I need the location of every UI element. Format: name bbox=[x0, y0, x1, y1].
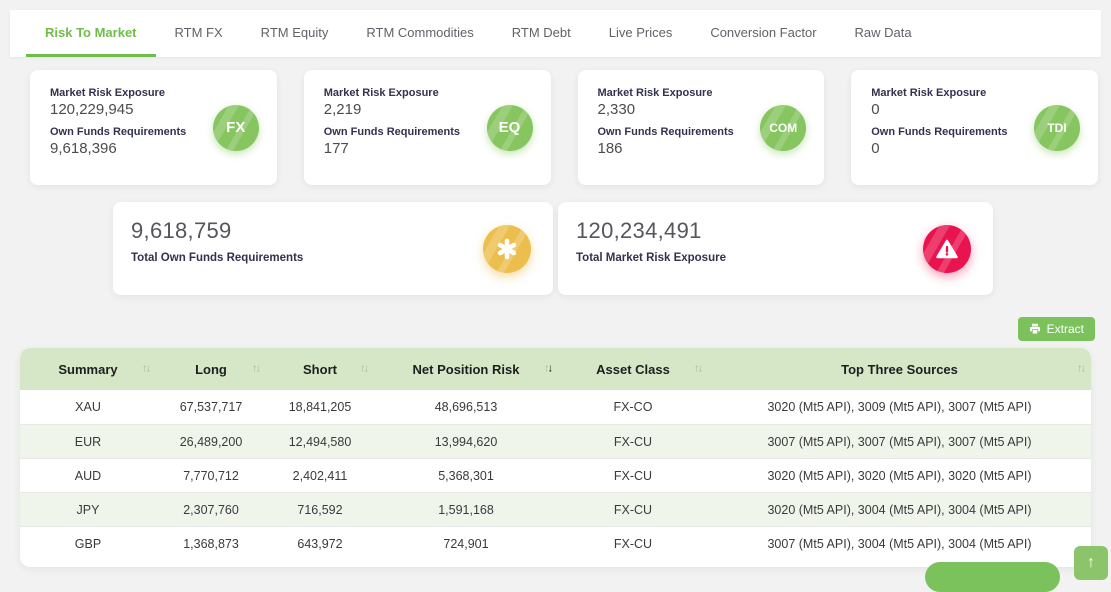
fx-badge-icon: FX bbox=[212, 104, 259, 151]
table-row-gbp: GBP 1,368,873 643,972 724,901 FX-CU 3007 (Mt5… bbox=[20, 526, 1091, 560]
column-header-long: Long ↑↓ bbox=[156, 348, 266, 390]
total-own-funds-value: 9,618,759 bbox=[131, 218, 232, 243]
sort-icon[interactable]: ↑↓ bbox=[544, 363, 553, 375]
market-risk-exposure-label: Market Risk Exposure bbox=[323, 87, 439, 99]
warning-icon bbox=[923, 224, 971, 273]
partial-bottom-button[interactable] bbox=[925, 562, 1060, 592]
column-header-net-position-risk: Net Position Risk ↑↓ bbox=[374, 348, 558, 390]
printer-icon bbox=[1029, 323, 1041, 335]
cell-asset-class: FX-CO bbox=[613, 400, 653, 414]
cell-short: 716,592 bbox=[297, 502, 343, 517]
cell-net-position-risk: 1,591,168 bbox=[438, 502, 494, 517]
tab-conversion-factor[interactable]: Conversion Factor bbox=[691, 10, 835, 57]
tab-bar: Risk To Market RTM FX RTM Equity RTM Commod… bbox=[10, 10, 1101, 57]
cell-top-three-sources: 3007 (Mt5 API), 3004 (Mt5 API), 3004 (Mt… bbox=[767, 536, 1032, 551]
cell-summary: GBP bbox=[74, 536, 102, 551]
exposure-card-eq: Market Risk Exposure 2,219 Own Funds Requi… bbox=[303, 70, 551, 185]
cell-net-position-risk: 724,901 bbox=[443, 536, 489, 551]
sort-icon[interactable]: ↑↓ bbox=[360, 363, 369, 375]
sort-icon[interactable]: ↑↓ bbox=[142, 363, 151, 375]
badge-text: COM bbox=[769, 120, 798, 135]
column-header-label: Top Three Sources bbox=[841, 361, 958, 377]
eq-badge-icon: EQ bbox=[486, 104, 533, 151]
cell-asset-class: FX-CU bbox=[613, 434, 653, 449]
cell-top-three-sources: 3020 (Mt5 API), 3020 (Mt5 API), 3020 (Mt… bbox=[767, 468, 1032, 483]
sort-icon[interactable]: ↑↓ bbox=[694, 363, 703, 375]
cell-asset-class: FX-CU bbox=[613, 468, 653, 483]
badge-text: EQ bbox=[498, 119, 521, 136]
total-market-risk-label: Total Market Risk Exposure bbox=[576, 252, 726, 264]
tab-risk-to-market[interactable]: Risk To Market bbox=[26, 10, 156, 57]
cell-asset-class: FX-CU bbox=[613, 502, 653, 517]
cell-asset-class: FX-CU bbox=[613, 536, 653, 551]
column-header-asset-class: Asset Class ↑↓ bbox=[558, 348, 708, 390]
column-header-label: Short bbox=[303, 361, 337, 377]
up-arrow-icon: ↑ bbox=[1087, 554, 1095, 571]
column-header-short: Short ↑↓ bbox=[266, 348, 374, 390]
table-body: XAU 67,537,717 18,841,205 48,696,513 FX-CO 30… bbox=[20, 390, 1091, 560]
cell-long: 1,368,873 bbox=[183, 536, 239, 551]
badge-text: TDI bbox=[1047, 120, 1067, 135]
column-header-top-three-sources: Top Three Sources ↑↓ bbox=[708, 348, 1091, 390]
tab-raw-data[interactable]: Raw Data bbox=[836, 10, 931, 57]
cell-short: 2,402,411 bbox=[292, 468, 348, 483]
cell-long: 26,489,200 bbox=[179, 434, 243, 449]
badge-text: FX bbox=[226, 119, 246, 136]
cell-long: 67,537,717 bbox=[179, 400, 243, 414]
market-risk-exposure-label: Market Risk Exposure bbox=[50, 87, 165, 99]
com-badge-icon: COM bbox=[760, 104, 807, 151]
cell-summary: JPY bbox=[76, 502, 100, 517]
cell-summary: EUR bbox=[74, 434, 102, 449]
column-header-summary: Summary ↑↓ bbox=[20, 348, 156, 390]
sort-icon[interactable]: ↑↓ bbox=[252, 363, 261, 375]
tab-rtm-debt[interactable]: RTM Debt bbox=[493, 10, 590, 57]
scroll-top-button[interactable]: ↑ bbox=[1074, 546, 1108, 580]
exposure-card-tdi: Market Risk Exposure 0 Own Funds Requireme… bbox=[851, 70, 1098, 185]
extract-button[interactable]: Extract bbox=[1017, 317, 1095, 341]
tab-rtm-fx[interactable]: RTM FX bbox=[156, 10, 242, 57]
total-own-funds-label: Total Own Funds Requirements bbox=[131, 252, 304, 264]
cell-short: 18,841,205 bbox=[288, 400, 352, 414]
cell-short: 643,972 bbox=[297, 536, 343, 551]
total-market-risk-value: 120,234,491 bbox=[576, 218, 702, 243]
cell-top-three-sources: 3020 (Mt5 API), 3004 (Mt5 API), 3004 (Mt… bbox=[767, 502, 1032, 517]
cell-net-position-risk: 48,696,513 bbox=[434, 400, 498, 414]
table-row-eur: EUR 26,489,200 12,494,580 13,994,620 FX-CU 30… bbox=[20, 424, 1091, 458]
table-row-jpy: JPY 2,307,760 716,592 1,591,168 FX-CU 3020 (M… bbox=[20, 492, 1091, 526]
cell-top-three-sources: 3007 (Mt5 API), 3007 (Mt5 API), 3007 (Mt… bbox=[767, 434, 1032, 449]
asterisk-icon bbox=[483, 224, 531, 273]
cell-long: 7,770,712 bbox=[183, 468, 239, 483]
tab-rtm-commodities[interactable]: RTM Commodities bbox=[347, 10, 492, 57]
tdi-badge-icon: TDI bbox=[1034, 104, 1080, 151]
risk-table: Summary ↑↓ Long ↑↓ Short ↑↓ Net Position Risk ↑… bbox=[20, 348, 1091, 567]
cell-summary: XAU bbox=[75, 400, 101, 414]
extract-button-label: Extract bbox=[1046, 322, 1084, 336]
column-header-label: Long bbox=[195, 361, 227, 377]
total-own-funds-card: 9,618,759 Total Own Funds Requirements bbox=[113, 202, 553, 295]
total-market-risk-card: 120,234,491 Total Market Risk Exposure bbox=[558, 202, 993, 295]
column-header-label: Asset Class bbox=[596, 361, 670, 377]
cell-summary: AUD bbox=[74, 468, 102, 483]
tab-live-prices[interactable]: Live Prices bbox=[590, 10, 692, 57]
market-risk-exposure-label: Market Risk Exposure bbox=[871, 87, 987, 99]
column-header-label: Summary bbox=[58, 361, 118, 377]
exposure-cards-row: Market Risk Exposure 120,229,945 Own Funds… bbox=[30, 70, 1098, 185]
table-row-aud: AUD 7,770,712 2,402,411 5,368,301 FX-CU 3020 … bbox=[20, 458, 1091, 492]
cell-short: 12,494,580 bbox=[288, 434, 352, 449]
exposure-card-com: Market Risk Exposure 2,330 Own Funds Requi… bbox=[577, 70, 825, 185]
cell-top-three-sources: 3020 (Mt5 API), 3009 (Mt5 API), 3007 (Mt… bbox=[767, 400, 1032, 414]
table-row-xau: XAU 67,537,717 18,841,205 48,696,513 FX-CO 30… bbox=[20, 390, 1091, 424]
cell-long: 2,307,760 bbox=[183, 502, 239, 517]
table-header: Summary ↑↓ Long ↑↓ Short ↑↓ Net Position Risk ↑… bbox=[20, 348, 1091, 390]
cell-net-position-risk: 5,368,301 bbox=[438, 468, 494, 483]
tab-rtm-equity[interactable]: RTM Equity bbox=[242, 10, 348, 57]
sort-icon[interactable]: ↑↓ bbox=[1077, 363, 1086, 375]
market-risk-exposure-label: Market Risk Exposure bbox=[597, 87, 713, 99]
cell-net-position-risk: 13,994,620 bbox=[434, 434, 498, 449]
column-header-label: Net Position Risk bbox=[412, 361, 520, 377]
exposure-card-fx: Market Risk Exposure 120,229,945 Own Funds… bbox=[30, 70, 277, 185]
